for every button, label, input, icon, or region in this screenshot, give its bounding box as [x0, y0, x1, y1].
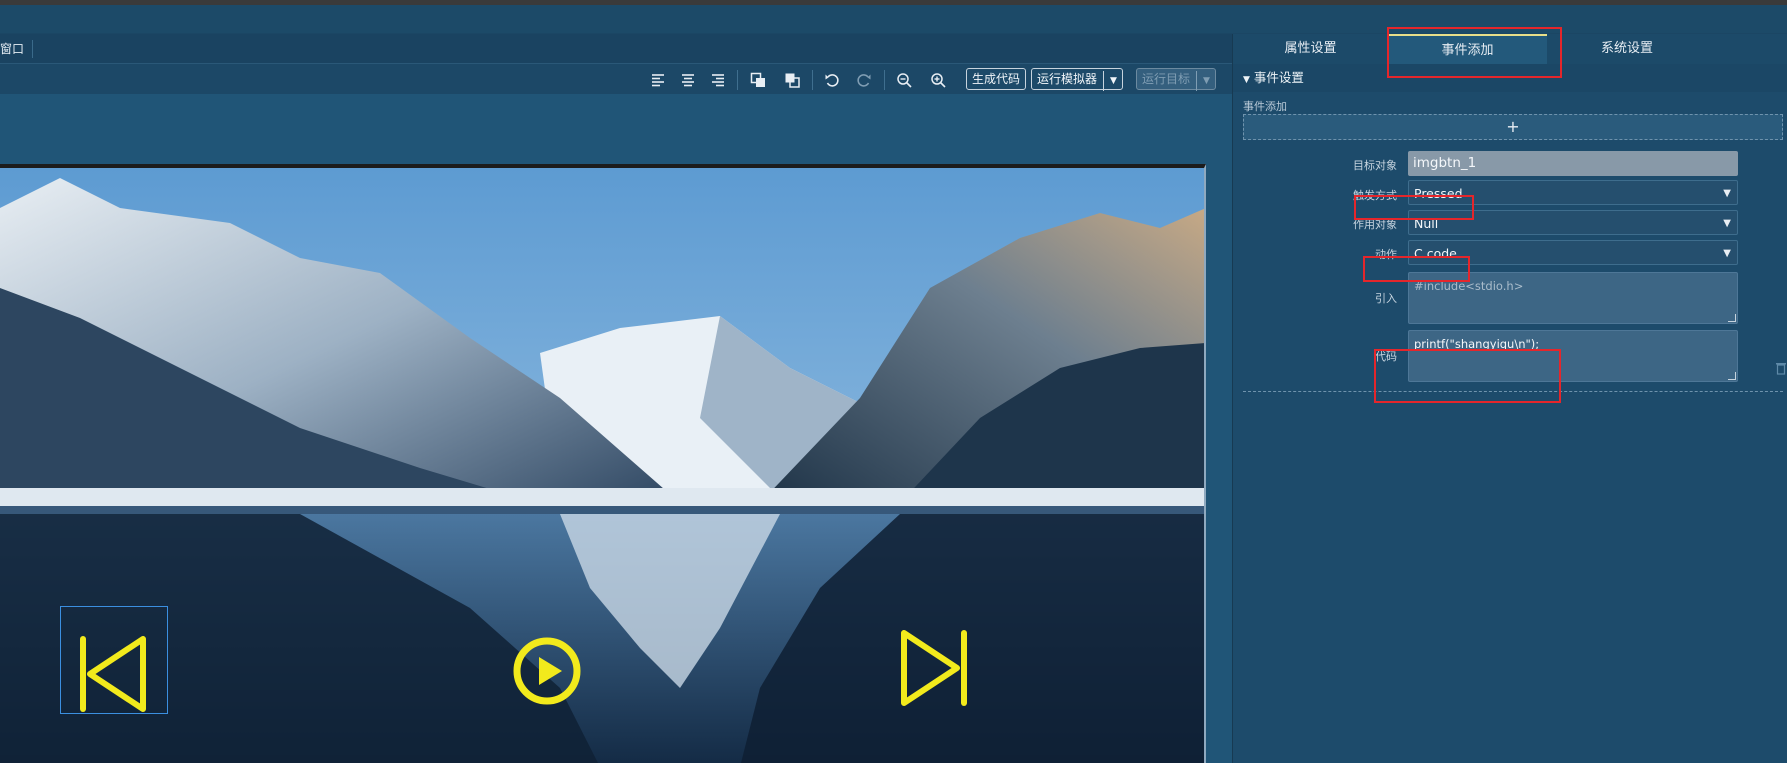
- event-settings-body: 事件添加 + 目标对象 imgbtn_1 触发方式 Pressed ▼ 作用对象…: [1233, 92, 1787, 763]
- code-label: 代码: [1375, 350, 1397, 363]
- align-left-icon[interactable]: [648, 70, 668, 90]
- menu-bar: 窗口: [0, 34, 1232, 64]
- generate-code-button[interactable]: 生成代码: [966, 68, 1027, 90]
- align-right-icon[interactable]: [708, 70, 728, 90]
- include-textarea[interactable]: #include<stdio.h>: [1408, 272, 1738, 324]
- toolbar-separator: [737, 70, 738, 90]
- target-select[interactable]: Null ▼: [1408, 210, 1738, 235]
- target-object-label: 目标对象: [1353, 159, 1397, 172]
- target-label: 作用对象: [1353, 218, 1397, 231]
- title-bar: [0, 5, 1787, 33]
- target-object-field: imgbtn_1: [1408, 151, 1738, 176]
- zoom-out-icon[interactable]: [894, 70, 914, 90]
- resize-handle[interactable]: [1728, 314, 1736, 322]
- trigger-select[interactable]: Pressed ▼: [1408, 180, 1738, 205]
- toolbar: 生成代码 运行模拟器 ▼ 运行目标 ▼: [0, 64, 1232, 94]
- resize-handle[interactable]: [1728, 372, 1736, 380]
- action-value: C code...: [1414, 246, 1469, 261]
- action-label: 动作: [1375, 248, 1397, 261]
- event-settings-header[interactable]: ▼ 事件设置: [1233, 64, 1787, 92]
- trigger-label: 触发方式: [1353, 189, 1397, 202]
- caret-down-icon: ▼: [1243, 75, 1250, 85]
- include-placeholder: #include<stdio.h>: [1414, 279, 1524, 293]
- properties-panel: 属性设置 事件添加 系统设置 ▼ 事件设置 事件添加 + 目标对象 imgbtn_…: [1232, 34, 1787, 763]
- target-value: Null: [1414, 216, 1439, 231]
- align-center-icon[interactable]: [678, 70, 698, 90]
- run-simulator-label: 运行模拟器: [1037, 72, 1098, 86]
- background-image: [0, 168, 1204, 763]
- code-textarea[interactable]: printf("shangyiqu\n");: [1408, 330, 1738, 382]
- tab-event-add[interactable]: 事件添加: [1388, 34, 1547, 64]
- add-event-button[interactable]: +: [1243, 114, 1783, 140]
- chevron-down-icon[interactable]: ▼: [1723, 211, 1731, 236]
- next-icon[interactable]: [899, 628, 969, 708]
- trigger-value: Pressed: [1414, 186, 1463, 201]
- toolbar-separator: [884, 70, 885, 90]
- zoom-in-icon[interactable]: [928, 70, 948, 90]
- tab-system-settings[interactable]: 系统设置: [1547, 34, 1707, 64]
- undo-icon[interactable]: [822, 70, 842, 90]
- play-icon[interactable]: [512, 636, 582, 706]
- action-select[interactable]: C code... ▼: [1408, 240, 1738, 265]
- generate-code-label: 生成代码: [972, 72, 1021, 86]
- chevron-down-icon[interactable]: ▼: [1103, 71, 1117, 91]
- toolbar-separator: [812, 70, 813, 90]
- chevron-down-icon[interactable]: ▼: [1723, 241, 1731, 266]
- chevron-down-icon[interactable]: ▼: [1723, 181, 1731, 206]
- bring-forward-icon[interactable]: [748, 70, 768, 90]
- include-label: 引入: [1375, 292, 1397, 305]
- screen-preview[interactable]: [0, 164, 1206, 763]
- code-value: printf("shangyiqu\n");: [1414, 337, 1540, 351]
- event-add-label: 事件添加: [1243, 100, 1287, 113]
- run-target-label: 运行目标: [1142, 72, 1191, 86]
- redo-icon[interactable]: [854, 70, 874, 90]
- app-window: 窗口 生成代码 运行模拟器 ▼ 运行目标 ▼ 属性设置 事件添加 系统设置 ▼ …: [0, 0, 1787, 763]
- tab-property-settings[interactable]: 属性设置: [1233, 34, 1388, 64]
- trash-icon[interactable]: [1775, 360, 1787, 375]
- event-separator: [1243, 391, 1783, 392]
- menu-item-window[interactable]: 窗口: [0, 40, 34, 58]
- section-title: 事件设置: [1253, 70, 1304, 85]
- panel-tabs: 属性设置 事件添加 系统设置: [1233, 34, 1787, 64]
- send-backward-icon[interactable]: [782, 70, 802, 90]
- run-target-button: 运行目标 ▼: [1136, 68, 1216, 91]
- chevron-down-icon: ▼: [1196, 71, 1210, 91]
- selected-widget-outline[interactable]: [60, 606, 168, 714]
- run-simulator-button[interactable]: 运行模拟器 ▼: [1031, 68, 1123, 91]
